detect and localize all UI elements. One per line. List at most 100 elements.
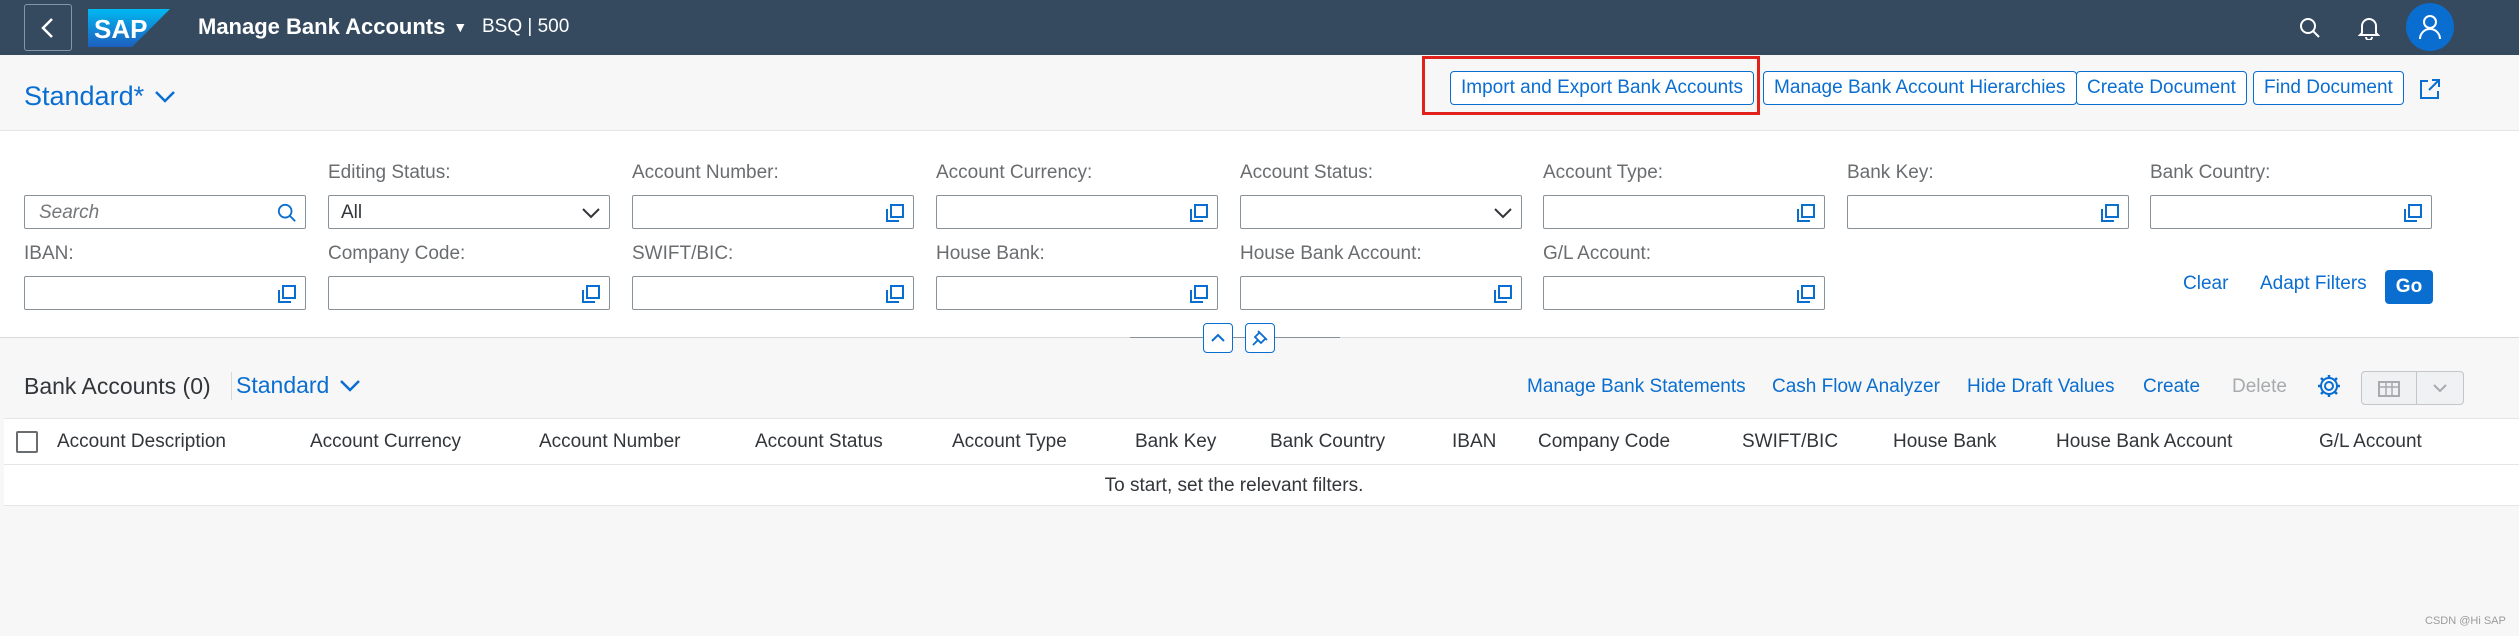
house-bank-label: House Bank:: [936, 243, 1045, 264]
table-header: Account Description Account Currency Acc…: [4, 419, 2519, 465]
search-placeholder: Search: [39, 202, 100, 223]
search-icon: [2300, 18, 2320, 38]
pin-header-button[interactable]: [1245, 323, 1275, 353]
back-button[interactable]: [24, 4, 72, 51]
iban-field[interactable]: [24, 276, 306, 310]
column-header[interactable]: House Bank: [1893, 431, 1997, 453]
filter-bar: Search Editing Status: All Account Numbe…: [0, 130, 2519, 353]
select-all-checkbox[interactable]: [16, 431, 38, 453]
column-header[interactable]: Account Currency: [310, 431, 461, 453]
create-button[interactable]: Create: [2143, 376, 2200, 398]
go-button[interactable]: Go: [2385, 270, 2433, 304]
table-variant-label: Standard: [236, 372, 330, 398]
variant-selector[interactable]: Standard*: [24, 81, 176, 112]
value-help-icon[interactable]: [277, 284, 297, 304]
editing-status-select[interactable]: All: [328, 195, 610, 229]
gl-account-field[interactable]: [1543, 276, 1825, 310]
value-help-icon[interactable]: [2100, 203, 2120, 223]
user-avatar-button[interactable]: [2406, 3, 2454, 51]
company-code-field[interactable]: [328, 276, 610, 310]
column-header[interactable]: SWIFT/BIC: [1742, 431, 1838, 453]
company-code-label: Company Code:: [328, 243, 466, 264]
search-input[interactable]: Search: [24, 195, 306, 229]
adapt-filters-button[interactable]: Adapt Filters: [2260, 273, 2367, 295]
manage-hierarchies-button[interactable]: Manage Bank Account Hierarchies: [1763, 71, 2077, 105]
column-header[interactable]: Account Status: [755, 431, 883, 453]
house-bank-account-field[interactable]: [1240, 276, 1522, 310]
value-help-icon[interactable]: [2403, 203, 2423, 223]
account-currency-field[interactable]: [936, 195, 1218, 229]
account-type-label: Account Type:: [1543, 162, 1664, 183]
create-document-button[interactable]: Create Document: [2076, 71, 2247, 105]
column-header[interactable]: G/L Account: [2319, 431, 2422, 453]
export-icon: [2378, 381, 2400, 397]
bank-key-field[interactable]: [1847, 195, 2129, 229]
swift-bic-label: SWIFT/BIC:: [632, 243, 734, 264]
app-title: Manage Bank Accounts: [198, 14, 446, 39]
shell-bar: SAP Manage Bank Accounts ▼ BSQ | 500: [0, 0, 2519, 55]
clear-button[interactable]: Clear: [2183, 273, 2228, 295]
highlight-box: [1422, 56, 1760, 115]
table-title: Bank Accounts (0): [24, 373, 211, 399]
table-variant-selector[interactable]: Standard: [236, 372, 361, 399]
chevron-down-icon: [582, 208, 600, 219]
app-title-menu[interactable]: Manage Bank Accounts ▼: [198, 14, 467, 40]
value-help-icon[interactable]: [885, 284, 905, 304]
sap-logo[interactable]: SAP: [88, 9, 170, 47]
share-button[interactable]: [2418, 77, 2442, 106]
shell-search-button[interactable]: [2294, 12, 2326, 44]
find-document-button[interactable]: Find Document: [2253, 71, 2404, 105]
delete-button[interactable]: Delete: [2232, 376, 2287, 398]
gear-icon: [2318, 375, 2340, 397]
account-currency-label: Account Currency:: [936, 162, 1093, 183]
value-help-icon[interactable]: [1796, 284, 1816, 304]
value-help-icon[interactable]: [1189, 203, 1209, 223]
value-help-icon[interactable]: [1796, 203, 1816, 223]
column-header[interactable]: Account Number: [539, 431, 681, 453]
account-status-label: Account Status:: [1240, 162, 1374, 183]
value-help-icon[interactable]: [885, 203, 905, 223]
divider: [1130, 337, 1340, 338]
svg-text:SAP: SAP: [94, 14, 147, 44]
account-status-select[interactable]: [1240, 195, 1522, 229]
editing-status-value: All: [341, 202, 363, 223]
chevron-down-icon: [2433, 384, 2447, 393]
account-type-field[interactable]: [1543, 195, 1825, 229]
column-header[interactable]: Company Code: [1538, 431, 1670, 453]
account-number-field[interactable]: [632, 195, 914, 229]
column-header[interactable]: Account Description: [57, 431, 226, 453]
house-bank-field[interactable]: [936, 276, 1218, 310]
swift-bic-field[interactable]: [632, 276, 914, 310]
notifications-button[interactable]: [2353, 12, 2385, 44]
column-header[interactable]: Bank Country: [1270, 431, 1385, 453]
column-header[interactable]: IBAN: [1452, 431, 1496, 453]
value-help-icon[interactable]: [1493, 284, 1513, 304]
column-header[interactable]: Account Type: [952, 431, 1067, 453]
editing-status-label: Editing Status:: [328, 162, 451, 183]
variant-label: Standard*: [24, 81, 145, 111]
manage-bank-statements-button[interactable]: Manage Bank Statements: [1527, 376, 1746, 398]
search-icon[interactable]: [277, 203, 297, 223]
caret-down-icon: ▼: [453, 19, 468, 35]
chevron-up-icon: [1211, 333, 1225, 342]
cash-flow-analyzer-button[interactable]: Cash Flow Analyzer: [1772, 376, 1940, 398]
table-settings-button[interactable]: [2316, 373, 2342, 404]
pin-icon: [1252, 330, 1268, 346]
column-header[interactable]: Bank Key: [1135, 431, 1216, 453]
divider: [231, 372, 232, 400]
export-button[interactable]: [2361, 371, 2417, 405]
iban-label: IBAN:: [24, 243, 74, 264]
collapse-header-button[interactable]: [1203, 323, 1233, 353]
chevron-down-icon: [340, 379, 361, 392]
bank-country-field[interactable]: [2150, 195, 2432, 229]
share-icon: [2420, 79, 2440, 99]
account-number-label: Account Number:: [632, 162, 779, 183]
hide-draft-values-button[interactable]: Hide Draft Values: [1967, 376, 2115, 398]
value-help-icon[interactable]: [1189, 284, 1209, 304]
user-icon: [2419, 15, 2441, 40]
column-header[interactable]: House Bank Account: [2056, 431, 2232, 453]
system-info: BSQ | 500: [482, 16, 570, 37]
page-header: Standard* Import and Export Bank Account…: [0, 55, 2519, 130]
export-menu-button[interactable]: [2417, 371, 2464, 405]
value-help-icon[interactable]: [581, 284, 601, 304]
